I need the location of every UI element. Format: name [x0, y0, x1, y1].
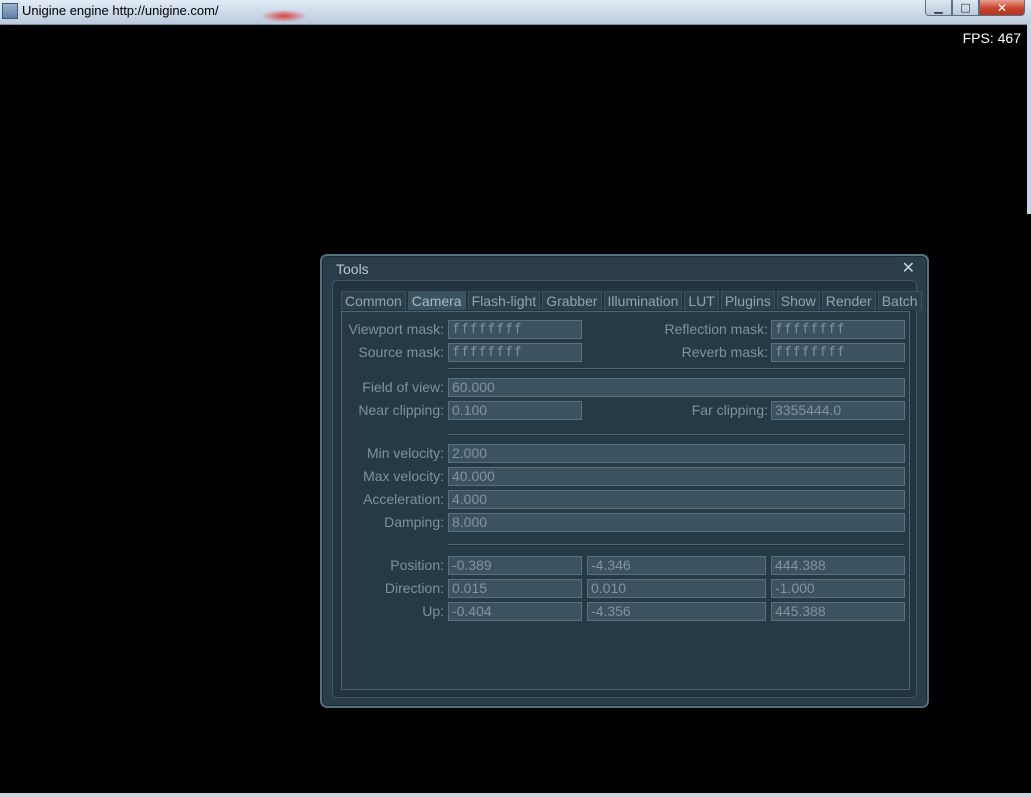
- reflection-mask-label: Reflection mask:: [664, 321, 768, 337]
- window-controls: ▁ □ ✕: [925, 0, 1025, 16]
- tools-tab-bar: Common Camera Flash-light Grabber Illumi…: [341, 291, 922, 310]
- separator: [448, 368, 904, 370]
- separator: [448, 434, 904, 436]
- reverb-mask-label: Reverb mask:: [681, 344, 768, 360]
- source-mask-label: Source mask:: [358, 344, 444, 360]
- min-velocity-input[interactable]: 2.000: [448, 444, 905, 463]
- maximize-icon: □: [960, 1, 971, 14]
- position-y-input[interactable]: -4.346: [587, 556, 766, 575]
- mask-row-2: Source mask: ffffffff Reverb mask: fffff…: [342, 343, 909, 362]
- fov-row: Field of view: 60.000: [342, 378, 909, 397]
- max-velocity-input[interactable]: 40.000: [448, 467, 905, 486]
- mask-row-1: Viewport mask: ffffffff Reflection mask:…: [342, 320, 909, 339]
- acceleration-row: Acceleration: 4.000: [342, 490, 909, 509]
- min-velocity-label: Min velocity:: [366, 445, 444, 461]
- position-x-input[interactable]: -0.389: [448, 556, 582, 575]
- near-clipping-label: Near clipping:: [358, 402, 444, 418]
- min-velocity-row: Min velocity: 2.000: [342, 444, 909, 463]
- close-icon: ✕: [996, 0, 1008, 15]
- damping-label: Damping:: [384, 514, 444, 530]
- damping-input[interactable]: 8.000: [448, 513, 905, 532]
- up-row: Up: -0.404 -4.356 445.388: [342, 602, 909, 621]
- window-title-bar: Unigine engine http://unigine.com/ ▁ □ ✕: [0, 0, 1031, 25]
- maximize-button[interactable]: □: [952, 0, 979, 16]
- tab-plugins[interactable]: Plugins: [720, 291, 775, 310]
- tools-panel-body: Common Camera Flash-light Grabber Illumi…: [332, 280, 922, 698]
- tab-show[interactable]: Show: [776, 291, 820, 310]
- tab-lut[interactable]: LUT: [684, 291, 719, 310]
- damping-row: Damping: 8.000: [342, 513, 909, 532]
- tab-flash-light[interactable]: Flash-light: [467, 291, 541, 310]
- direction-y-input[interactable]: 0.010: [587, 579, 766, 598]
- up-label: Up:: [422, 603, 444, 619]
- tools-panel: Tools ✕ Common Camera Flash-light Grabbe…: [320, 254, 929, 708]
- direction-x-input[interactable]: 0.015: [448, 579, 582, 598]
- tools-close-button[interactable]: ✕: [902, 258, 915, 277]
- direction-row: Direction: 0.015 0.010 -1.000: [342, 579, 909, 598]
- tab-camera[interactable]: Camera: [407, 291, 466, 310]
- close-icon: ✕: [901, 258, 915, 277]
- clipping-row: Near clipping: 0.100 Far clipping: 33554…: [342, 401, 909, 420]
- tab-grabber[interactable]: Grabber: [542, 291, 602, 310]
- minimize-icon: ▁: [934, 1, 943, 14]
- title-bar-artifact: [262, 10, 306, 22]
- position-z-input[interactable]: 444.388: [771, 556, 905, 575]
- tab-common[interactable]: Common: [341, 291, 406, 310]
- window-title: Unigine engine http://unigine.com/: [22, 3, 219, 18]
- position-label: Position:: [390, 557, 444, 573]
- viewport-mask-label: Viewport mask:: [348, 321, 444, 337]
- app-icon: [2, 3, 18, 19]
- window-bottom-edge: [0, 793, 1031, 797]
- window-right-edge: [1027, 24, 1031, 214]
- camera-tab-content: Viewport mask: ffffffff Reflection mask:…: [341, 311, 910, 690]
- max-velocity-row: Max velocity: 40.000: [342, 467, 909, 486]
- fov-input[interactable]: 60.000: [448, 378, 905, 397]
- separator: [448, 544, 904, 546]
- tab-render[interactable]: Render: [821, 291, 876, 310]
- direction-label: Direction:: [384, 580, 444, 596]
- tab-batch[interactable]: Batch: [877, 291, 922, 310]
- tab-illumination[interactable]: Illumination: [603, 291, 683, 310]
- fov-label: Field of view:: [362, 379, 444, 395]
- direction-z-input[interactable]: -1.000: [771, 579, 905, 598]
- acceleration-input[interactable]: 4.000: [448, 490, 905, 509]
- position-row: Position: -0.389 -4.346 444.388: [342, 556, 909, 575]
- fps-counter: FPS: 467: [962, 30, 1021, 46]
- up-z-input[interactable]: 445.388: [771, 602, 905, 621]
- viewport-mask-input[interactable]: ffffffff: [448, 320, 582, 339]
- far-clipping-label: Far clipping:: [691, 402, 768, 418]
- minimize-button[interactable]: ▁: [925, 0, 952, 16]
- near-clipping-input[interactable]: 0.100: [448, 401, 582, 420]
- reflection-mask-input[interactable]: ffffffff: [771, 320, 905, 339]
- reverb-mask-input[interactable]: ffffffff: [771, 343, 905, 362]
- up-y-input[interactable]: -4.356: [587, 602, 766, 621]
- acceleration-label: Acceleration:: [363, 491, 444, 507]
- max-velocity-label: Max velocity:: [363, 468, 444, 484]
- tools-panel-title: Tools: [336, 261, 369, 277]
- close-window-button[interactable]: ✕: [979, 0, 1025, 16]
- far-clipping-input[interactable]: 3355444.0: [771, 401, 905, 420]
- up-x-input[interactable]: -0.404: [448, 602, 582, 621]
- source-mask-input[interactable]: ffffffff: [448, 343, 582, 362]
